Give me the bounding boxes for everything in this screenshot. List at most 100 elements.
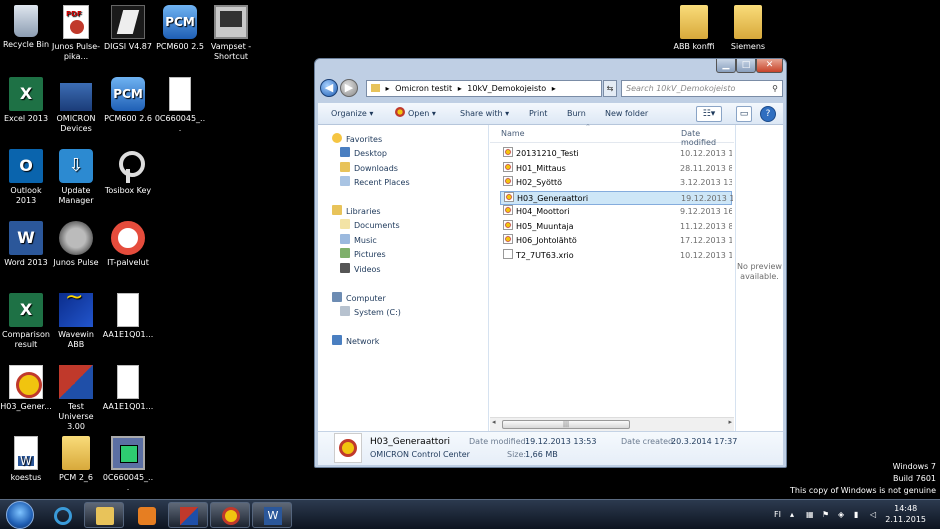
folder-icon [680,5,708,39]
tray-icon-1[interactable]: ▦ [806,500,814,529]
desktop-icon-omicron-devices[interactable]: OMICRON Devices [50,77,102,134]
open-button[interactable]: Open ▾ [395,103,436,125]
desktop-icon-pcm600-25[interactable]: PCM PCM600 2.5 [154,5,206,52]
desktop-icon-excel[interactable]: X Excel 2013 [0,77,52,124]
desktop-icon-junos-pulse[interactable]: Junos Pulse [50,221,102,268]
start-button[interactable] [6,501,34,529]
desktop-icon-junos-pdf[interactable]: Junos Pulse-pika... [50,5,102,62]
close-button[interactable]: ✕ [756,59,783,73]
file-row[interactable]: H05_Muuntaja 11.12.2013 8:42 [500,219,732,234]
tray-icon-2[interactable]: ⚑ [822,500,829,529]
network-tray-icon[interactable]: ▮ [854,500,858,529]
desktop-icon-aa1e1q01-b[interactable]: AA1E1Q01... [102,365,154,412]
file-row[interactable]: H04_Moottori 9.12.2013 16:09 [500,205,732,219]
address-bar[interactable]: ▸ Omicron testit ▸ 10kV_Demokojeisto ▸ [366,80,602,97]
scroll-right-icon[interactable]: ▸ [728,418,732,426]
desktop-icon-recycle-bin[interactable]: Recycle Bin [0,5,52,50]
file-name: H02_Syöttö [516,178,563,187]
horizontal-scrollbar[interactable]: ◂ ||| ▸ [490,417,734,431]
file-row[interactable]: H06_Johtolähtö 17.12.2013 18:2 [500,234,732,248]
nav-desktop[interactable]: Desktop [340,147,387,160]
column-date-modified[interactable]: Date modified [681,129,734,147]
tray-icon-3[interactable]: ◈ [838,500,844,529]
scrollbar-thumb[interactable]: ||| [502,420,630,429]
back-button[interactable]: ◀ [320,79,338,97]
file-row[interactable]: H01_Mittaus 28.11.2013 8:42 [500,161,732,176]
desktop-icon-pcm-26-folder[interactable]: PCM 2_6 [50,436,102,483]
language-indicator[interactable]: FI [774,500,781,529]
taskbar-clock[interactable]: 14:48 2.11.2015 [885,503,926,525]
pdf-icon [63,5,89,39]
new-folder-button[interactable]: New folder [605,103,648,125]
desktop-icon-wavewin[interactable]: Wavewin ABB [50,293,102,350]
desktop-icon-0c660045-a[interactable]: 0C660045_... [154,77,206,134]
desktop-icon-test-universe[interactable]: Test Universe 3.00 [50,365,102,432]
maximize-button[interactable]: □ [736,59,756,73]
taskbar-test-universe[interactable] [168,502,208,528]
nav-computer[interactable]: Computer [332,292,386,305]
title-bar[interactable]: ▁ □ ✕ [315,59,786,75]
desktop-icon-it-palvelut[interactable]: IT-palvelut [102,221,154,268]
desktop-icon-siemens[interactable]: Siemens [722,5,774,52]
nav-documents[interactable]: Documents [340,219,400,232]
breadcrumb-item[interactable]: 10kV_Demokojeisto [467,84,546,93]
videos-icon [340,263,350,273]
desktop-icon-aa1e1q01-a[interactable]: AA1E1Q01... [102,293,154,340]
desktop-icon-outlook[interactable]: O Outlook 2013 [0,149,52,206]
taskbar-media-player[interactable] [126,502,166,528]
refresh-button[interactable]: ⇆ [603,80,617,97]
navigation-bar: ◀ ▶ ▸ Omicron testit ▸ 10kV_Demokojeisto… [318,77,783,99]
folder-icon [62,436,90,470]
column-header: Name Date modified ⌃ [490,123,734,147]
search-input[interactable]: Search 10kV_Demokojeisto ⚲ [621,80,783,97]
show-hidden-icons[interactable]: ▴ [790,500,794,529]
taskbar-explorer[interactable] [84,502,124,528]
desktop-icon-abb-konffi[interactable]: ABB konffi [668,5,720,52]
column-name[interactable]: Name [501,129,525,138]
nav-libraries[interactable]: Libraries [332,205,381,218]
scroll-left-icon[interactable]: ◂ [492,418,496,426]
nav-system-c[interactable]: System (C:) [340,306,401,319]
file-row[interactable]: T2_7UT63.xrio 10.12.2013 14:5 [500,248,732,263]
volume-tray-icon[interactable]: ◁ [870,500,876,529]
desktop-icon-update-manager[interactable]: ⇩ Update Manager [50,149,102,206]
file-row[interactable]: H02_Syöttö 3.12.2013 13:01 [500,176,732,190]
file-row[interactable]: H03_Generaattori 19.12.2013 13:5 [500,190,733,205]
nav-videos[interactable]: Videos [340,263,381,276]
nav-network[interactable]: Network [332,335,379,348]
taskbar: W FI ▴ ▦ ⚑ ◈ ▮ ◁ 14:48 2.11.2015 [0,499,940,529]
forward-button[interactable]: ▶ [340,79,358,97]
nav-pictures[interactable]: Pictures [340,248,386,261]
desktop-icon-h03[interactable]: H03_Gener... [0,365,52,412]
windows-genuine-watermark: Windows 7 Build 7601 This copy of Window… [790,462,936,495]
nav-recent-places[interactable]: Recent Places [340,176,410,189]
taskbar-word[interactable]: W [252,502,292,528]
print-button[interactable]: Print [529,103,547,125]
desktop-icon-0c660045-b[interactable]: 0C660045_... [102,436,154,493]
details-modified-value: 19.12.2013 13:53 [525,437,597,446]
taskbar-omicron-control-center[interactable] [210,502,250,528]
organize-button[interactable]: Organize ▾ [331,103,373,125]
desktop-icon-word[interactable]: W Word 2013 [0,221,52,268]
preview-pane-icon[interactable]: ▭ [736,106,752,122]
desktop-icon-koestus[interactable]: koestus [0,436,52,483]
desktop-icon-pcm600-26[interactable]: PCM PCM600 2.6 [102,77,154,124]
breadcrumb-item[interactable]: Omicron testit [395,84,452,93]
desktop-icon-comparison[interactable]: X Comparison result [0,293,52,350]
desktop-icon [340,147,350,157]
minimize-button[interactable]: ▁ [716,59,736,73]
help-icon[interactable]: ? [760,106,776,122]
pcm-icon: PCM [111,77,145,111]
burn-button[interactable]: Burn [567,103,586,125]
file-name: H04_Moottori [516,207,570,216]
nav-favorites[interactable]: Favorites [332,133,382,146]
file-row[interactable]: 20131210_Testi 10.12.2013 14:5 [500,147,732,161]
desktop-icon-tosibox[interactable]: Tosibox Key [102,149,154,196]
desktop-icon-digsi[interactable]: DIGSI V4.87 [102,5,154,52]
share-with-button[interactable]: Share with ▾ [460,103,509,125]
nav-music[interactable]: Music [340,234,377,247]
view-options-icon[interactable]: ☷▾ [696,106,722,122]
nav-downloads[interactable]: Downloads [340,162,398,175]
desktop-icon-vampset[interactable]: Vampset - Shortcut [205,5,257,62]
taskbar-internet-explorer[interactable] [42,502,82,528]
